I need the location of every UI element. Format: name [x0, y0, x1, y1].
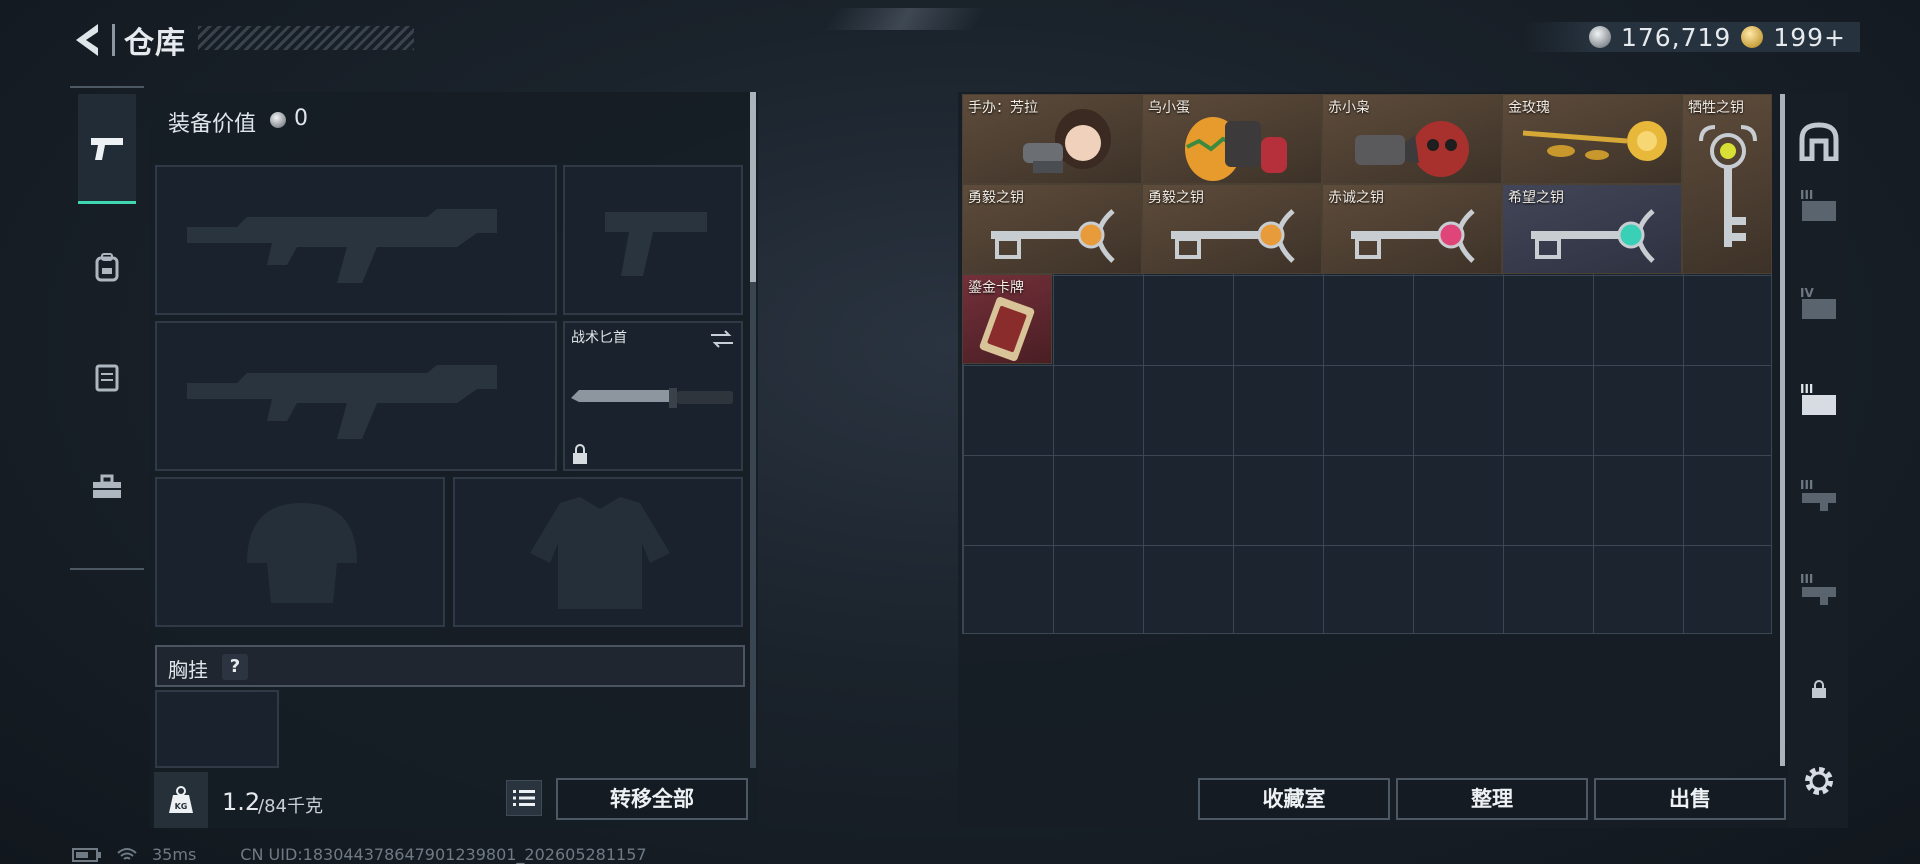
key-icon [1531, 209, 1655, 263]
svg-text:III: III [1800, 572, 1813, 586]
chest-rig-label: 胸挂 [168, 658, 208, 682]
storage-arch-icon[interactable] [1796, 118, 1842, 164]
gold-coin-icon [1741, 26, 1764, 48]
helmet-slot[interactable] [155, 477, 445, 627]
equipment-scrollbar-thumb[interactable] [750, 92, 756, 282]
silver-coin-icon [270, 112, 286, 128]
page-title: 仓库 [124, 26, 186, 61]
list-view-button[interactable] [506, 780, 542, 816]
weight-kg-icon: KG [169, 786, 193, 813]
tab-backpack[interactable] [78, 212, 136, 322]
storage-item-sacrifice-key[interactable]: 牺牲之钥 [1682, 94, 1772, 274]
rifle-silhouette-icon [187, 209, 497, 283]
tab-weapons[interactable] [78, 94, 136, 204]
back-arrow-icon [76, 24, 98, 56]
svg-text:IV: IV [1800, 286, 1814, 300]
svg-text:III: III [1800, 478, 1813, 492]
melee-slot-label: 战术匕首 [571, 330, 627, 346]
primary-weapon-slot-1[interactable] [155, 165, 557, 315]
system-status-bar: 35ms CN UID:18304437864790123​9801_20260… [72, 845, 647, 864]
weight-indicator: KG [154, 772, 208, 828]
storage-item-courage-key-2[interactable]: 勇毅之钥 [1142, 184, 1322, 274]
tab-toolbox[interactable] [78, 432, 136, 542]
helmet-silhouette-icon [247, 503, 357, 603]
rifle-silhouette-icon [187, 365, 497, 439]
pistol-icon [91, 137, 123, 160]
tier3-rifle-icon[interactable]: III [1796, 566, 1842, 612]
pistol-slot[interactable] [563, 165, 743, 315]
silver-coin-icon [1588, 26, 1611, 48]
decor-stripe [823, 8, 987, 30]
storage-item-wuxiaodan[interactable]: 乌小蛋 [1142, 94, 1322, 184]
storage-item-hope-key[interactable]: 希望之钥 [1502, 184, 1682, 274]
gold-currency-value[interactable]: 199+ [1773, 23, 1846, 52]
key-icon [1171, 209, 1295, 263]
storage-item-chixiaoxiao[interactable]: 赤小枭 [1322, 94, 1502, 184]
svg-text:III: III [1800, 188, 1813, 202]
weight-current: 1.2 [222, 788, 261, 816]
equipment-value: 0 [294, 106, 308, 131]
figurine-icon [1023, 109, 1111, 173]
toolbox-icon [93, 474, 121, 498]
collection-room-button[interactable]: 收藏室 [1198, 778, 1390, 820]
tier3-hand-gesture-icon[interactable]: III [1796, 376, 1842, 422]
item-name: 鎏金卡牌 [968, 280, 1024, 296]
item-name: 牺牲之钥 [1688, 100, 1744, 116]
backpack-icon [95, 253, 119, 282]
title-divider [112, 24, 115, 56]
card-icon [979, 297, 1035, 361]
help-button[interactable]: ? [222, 654, 248, 680]
armor-silhouette-icon [530, 497, 670, 609]
pistol-silhouette-icon [605, 212, 707, 276]
transfer-all-button[interactable]: 转移全部 [556, 778, 748, 820]
golden-rose-icon [1522, 121, 1667, 161]
armor-slot[interactable] [453, 477, 743, 627]
lock-icon[interactable] [1796, 666, 1842, 712]
category-rail [70, 86, 144, 570]
storage-item-gilded-card[interactable]: 鎏金卡牌 [962, 274, 1052, 364]
chest-rig-slot[interactable] [155, 690, 279, 768]
vest-icon [95, 364, 119, 392]
storage-item-golden-rose[interactable]: 金玫瑰 [1502, 94, 1682, 184]
key-icon [1699, 125, 1757, 247]
wifi-icon [117, 847, 137, 860]
svg-text:KG: KG [175, 802, 188, 811]
list-icon [513, 790, 535, 806]
organize-button[interactable]: 整理 [1396, 778, 1588, 820]
back-button[interactable] [68, 18, 108, 62]
tier3-hand-icon[interactable]: III [1796, 182, 1842, 228]
lock-icon [573, 444, 587, 464]
tactical-knife-icon [571, 388, 733, 408]
key-icon [1351, 209, 1475, 263]
ping-value: 35ms [152, 845, 197, 864]
currency-bar: 176,719 199+ [1524, 22, 1860, 52]
weight-max: /84千克 [258, 796, 323, 817]
storage-scrollbar[interactable] [1780, 94, 1785, 766]
title-decoration [198, 26, 414, 50]
melee-slot[interactable]: 战术匕首 [563, 321, 743, 471]
sell-button[interactable]: 出售 [1594, 778, 1786, 820]
silver-currency-value: 176,719 [1620, 22, 1732, 52]
storage-item-sincerity-key[interactable]: 赤诚之钥 [1322, 184, 1502, 274]
swap-icon[interactable] [709, 329, 735, 349]
svg-text:III: III [1800, 382, 1813, 396]
settings-gear-icon[interactable] [1796, 758, 1842, 804]
storage-item-figure-fangla[interactable]: 手办：芳拉 [962, 94, 1142, 184]
key-icon [991, 209, 1115, 263]
equipment-value-label: 装备价值 [168, 112, 257, 137]
tier3-gun-icon[interactable]: III [1796, 472, 1842, 518]
user-uid: CN UID:18304437864790123​9801_2026052811… [240, 845, 647, 864]
tab-vest[interactable] [78, 322, 136, 432]
battery-icon [72, 847, 101, 862]
egg-figure-icon [1185, 117, 1287, 181]
storage-item-courage-key-1[interactable]: 勇毅之钥 [962, 184, 1142, 274]
primary-weapon-slot-2[interactable] [155, 321, 557, 471]
owl-figure-icon [1355, 121, 1469, 177]
tier4-folder-icon[interactable]: IV [1796, 280, 1842, 326]
